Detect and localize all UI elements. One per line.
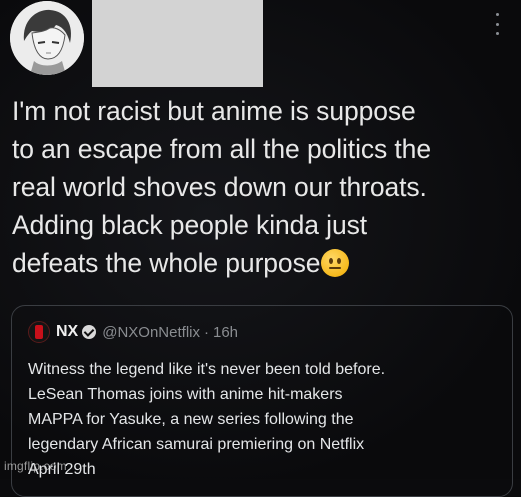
more-options-icon[interactable]	[491, 13, 503, 35]
tweet-text-content: I'm not racist but anime is suppose to a…	[12, 96, 431, 278]
quoted-tweet-timestamp[interactable]: 16h	[213, 324, 238, 341]
anime-character-avatar-icon	[10, 1, 84, 75]
neutral-face-emoji-icon	[321, 249, 350, 277]
quoted-author-name[interactable]: NX	[56, 323, 78, 341]
separator-dot: ·	[203, 323, 209, 341]
author-avatar[interactable]	[10, 1, 84, 75]
tweet-text: I'm not racist but anime is suppose to a…	[12, 92, 517, 282]
quoted-tweet-header: NX @NXOnNetflix · 16h	[28, 321, 238, 343]
more-dot	[495, 13, 499, 16]
tweet-screenshot: I'm not racist but anime is suppose to a…	[0, 0, 521, 497]
quoted-tweet-card[interactable]: NX @NXOnNetflix · 16h Witness the legend…	[11, 305, 513, 497]
quoted-author-handle[interactable]: @NXOnNetflix	[102, 324, 200, 341]
verified-badge-icon	[82, 325, 97, 339]
imgflip-watermark: imgflip.com	[4, 459, 67, 473]
quoted-tweet-text: Witness the legend like it's never been …	[28, 361, 386, 478]
more-dot	[495, 32, 499, 35]
netflix-logo-icon[interactable]	[28, 321, 50, 343]
redacted-author-name	[92, 0, 263, 87]
more-dot	[495, 22, 499, 26]
